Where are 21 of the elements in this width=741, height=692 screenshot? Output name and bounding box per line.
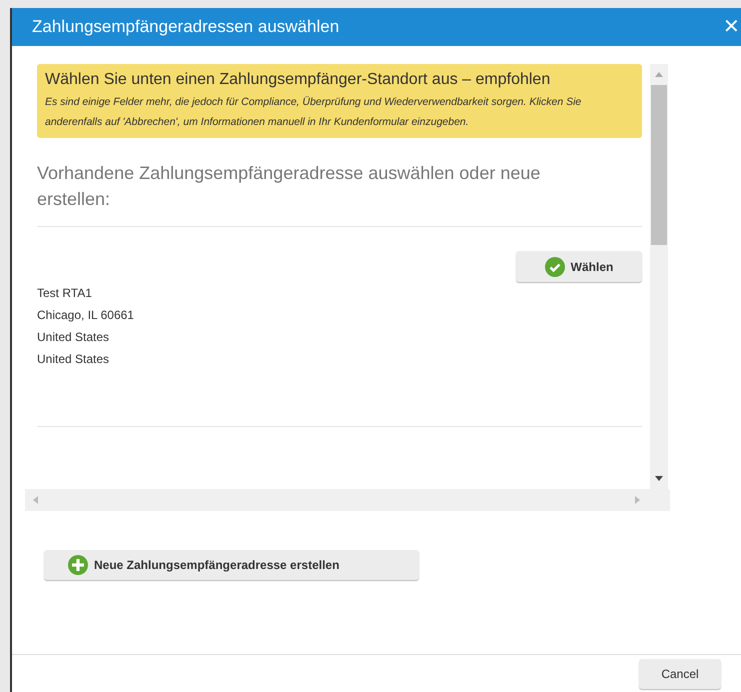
vertical-scrollbar[interactable] (650, 64, 668, 489)
address-line: United States (37, 351, 110, 368)
plus-icon (68, 555, 88, 575)
address-line: Chicago, IL 60661 (37, 307, 134, 324)
address-line: Test RTA1 (37, 285, 92, 302)
section-heading: Vorhandene Zahlungsempfängeradresse auswählen oder neue erstellen: (37, 160, 642, 227)
select-button[interactable]: Wählen (516, 251, 642, 282)
notice-text: Es sind einige Felder mehr, die jedoch für Compliance, Überprüfung und Wiederverwendbarkeit sorgen. Klicken Sie anderenfalls auf 'Abbrechen', um Informationen manuell in Ihr Kundenformular einzugeben. (45, 95, 582, 130)
scrollbar-thumb[interactable] (651, 85, 667, 245)
dialog-title: Zahlungsempfängeradressen auswählen (32, 16, 340, 38)
new-address-button[interactable]: Neue Zahlungsempfängeradresse erstellen (44, 550, 419, 580)
cancel-button[interactable]: Cancel (639, 658, 721, 688)
scroll-right-icon[interactable] (635, 496, 640, 504)
address-line: United States (37, 329, 110, 346)
scroll-down-icon[interactable] (655, 476, 663, 481)
scroll-up-icon[interactable] (655, 72, 663, 77)
horizontal-scrollbar[interactable] (25, 489, 670, 511)
scroll-left-icon[interactable] (33, 496, 38, 504)
check-icon (544, 256, 565, 276)
notice-heading: Wählen Sie unten einen Zahlungsempfänger-Standort aus – empfohlen (45, 70, 552, 90)
close-button[interactable]: ✕ (723, 17, 740, 37)
